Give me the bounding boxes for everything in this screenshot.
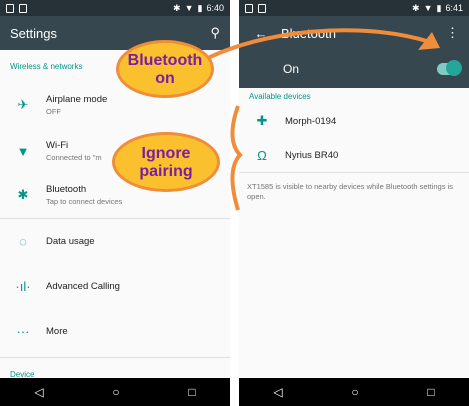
arrow-curve — [199, 28, 431, 64]
callout-ignore-pairing: Ignore pairing — [112, 132, 220, 192]
callout-text: Ignore pairing — [139, 145, 193, 180]
callout-bluetooth-on: Bluetooth on — [116, 40, 214, 98]
callout-text: Bluetooth on — [127, 52, 203, 87]
annotation-arrow — [199, 28, 440, 211]
bracket-curve — [230, 105, 243, 211]
